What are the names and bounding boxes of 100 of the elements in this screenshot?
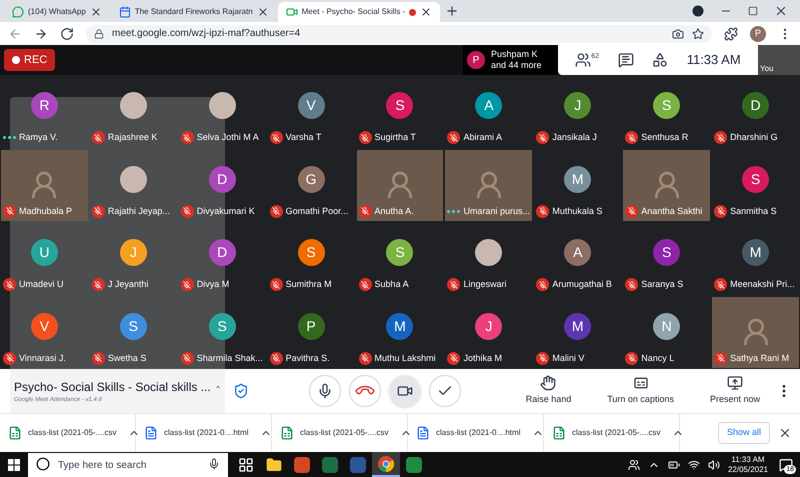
new-tab-icon[interactable] [445, 4, 460, 18]
check-button[interactable] [429, 375, 461, 407]
meeting-action-button[interactable]: Present now [710, 375, 760, 407]
wifi-icon[interactable] [688, 458, 700, 470]
folder-icon [266, 456, 282, 472]
profile-menu-icon[interactable] [692, 5, 704, 17]
participants-icon[interactable] [575, 52, 592, 68]
close-icon[interactable] [90, 6, 102, 18]
chat-icon[interactable] [618, 52, 634, 68]
camera-icon[interactable] [672, 28, 684, 40]
notifications-icon[interactable] [779, 458, 793, 472]
participant-avatar: M [386, 312, 414, 340]
taskbar-search-field[interactable]: Type here to search [28, 453, 228, 477]
forward-icon[interactable] [34, 26, 48, 40]
hang-up-button[interactable] [349, 375, 381, 407]
meeting-time: 11:33 AM [686, 51, 741, 70]
hand-icon [540, 375, 556, 392]
participant-avatar: V [30, 312, 58, 340]
taskbar-date[interactable]: 22/05/2021 [728, 464, 768, 474]
participant-name: Varsha T [286, 131, 322, 144]
participant-name: Umadevi U [19, 278, 64, 291]
presenter-avatar: P [467, 51, 485, 69]
meeting-action-button[interactable]: Turn on captions [607, 375, 674, 407]
participant-name: Swetha S [108, 352, 146, 364]
download-item[interactable]: class-list (2021-0....html [436, 427, 520, 439]
participant-avatar: J [564, 92, 592, 120]
participant-avatar: M [742, 239, 770, 266]
participant-name: Jothika M [463, 352, 502, 364]
shield-icon[interactable] [233, 383, 249, 399]
document-app-icon [350, 456, 366, 472]
participant-name: Divya M [196, 278, 230, 291]
photo-placeholder [475, 239, 502, 266]
participant-avatar: S [653, 239, 680, 266]
participant-name: Subha A [374, 278, 409, 291]
participant-name: Ramya V. [19, 131, 58, 144]
participant-name: Muthu Lakshmi [374, 352, 436, 364]
participant-name: Vinnarasi J. [19, 352, 66, 364]
activities-icon[interactable] [652, 52, 668, 68]
presenter-name: Pushpam K [491, 49, 539, 60]
bookmark-star-icon[interactable] [692, 28, 704, 40]
browser-tab[interactable]: The Standard Fireworks Rajaratn [110, 2, 277, 22]
close-window-icon[interactable] [774, 4, 788, 18]
camera-button[interactable] [389, 375, 421, 407]
battery-icon[interactable] [668, 458, 680, 470]
participant-name: Sathya Rani M [730, 352, 790, 365]
lock-icon [94, 28, 104, 38]
download-item[interactable]: class-list (2021-0....html [164, 427, 248, 439]
tab-title: The Standard Fireworks Rajaratn [134, 6, 253, 18]
close-icon[interactable] [420, 6, 432, 18]
participant-name: Anutha A. [374, 204, 414, 218]
participant-name: Lingeswari [463, 278, 506, 291]
back-icon[interactable] [8, 26, 22, 40]
restore-icon[interactable] [748, 6, 758, 16]
microphone-icon[interactable] [208, 458, 220, 470]
participant-name: Dharshini G [730, 131, 778, 144]
download-item[interactable]: class-list (2021-05-....csv [572, 427, 660, 439]
extensions-icon[interactable] [724, 26, 738, 40]
participant-name: Anantha Sakthi [641, 204, 702, 218]
participant-avatar: G [298, 166, 325, 193]
participant-name: Saranya S [641, 278, 684, 291]
participant-avatar: D [742, 92, 770, 120]
close-icon[interactable] [778, 426, 792, 440]
people-icon[interactable] [628, 458, 640, 470]
participant-avatar: P [298, 312, 325, 340]
close-icon[interactable] [256, 6, 269, 18]
participant-avatar: S [208, 312, 236, 340]
spreadsheet-file-icon [8, 426, 22, 440]
browser-tab[interactable]: (104) WhatsApp [4, 2, 110, 22]
participant-avatar: S [653, 92, 680, 120]
presentation-app-icon [294, 456, 310, 472]
participant-name: J Jeyanthi [108, 278, 148, 291]
task-view-icon [238, 456, 254, 472]
photo-placeholder [208, 92, 236, 120]
browser-tab[interactable]: Meet - Psycho- Social Skills - [278, 2, 440, 22]
download-item[interactable]: class-list (2021-05-....csv [300, 427, 388, 439]
participant-name: Madhubala P [19, 204, 72, 218]
participant-avatar: R [30, 92, 58, 120]
participant-avatar: S [386, 239, 414, 266]
reload-icon[interactable] [60, 26, 74, 40]
taskbar-time[interactable]: 11:33 AM [731, 454, 765, 464]
spreadsheet-app-icon [322, 456, 338, 472]
spreadsheet-file-icon [552, 426, 566, 440]
recording-badge[interactable]: REC [4, 49, 56, 71]
download-item[interactable]: class-list (2021-05-....csv [28, 427, 116, 439]
participant-name: Abirami A [463, 131, 502, 144]
spreadsheet-file-icon [280, 426, 294, 440]
start-windows-icon[interactable] [8, 458, 20, 470]
meeting-action-button[interactable]: Raise hand [526, 375, 572, 407]
participant-name: Arumugathai B [552, 278, 612, 291]
participant-name: Rajathi Jeyap... [108, 204, 170, 218]
participant-avatar: J [120, 239, 147, 266]
microphone-button[interactable] [309, 375, 341, 407]
participant-name: Senthusa R [641, 131, 688, 144]
participant-avatar: V [298, 92, 325, 120]
participant-avatar: N [653, 312, 680, 340]
taskbar-app[interactable] [372, 452, 400, 477]
participant-avatar: U [30, 239, 58, 266]
volume-icon[interactable] [708, 458, 720, 470]
show-all-button[interactable]: Show all [718, 422, 770, 444]
profile-avatar[interactable]: P [750, 26, 766, 42]
